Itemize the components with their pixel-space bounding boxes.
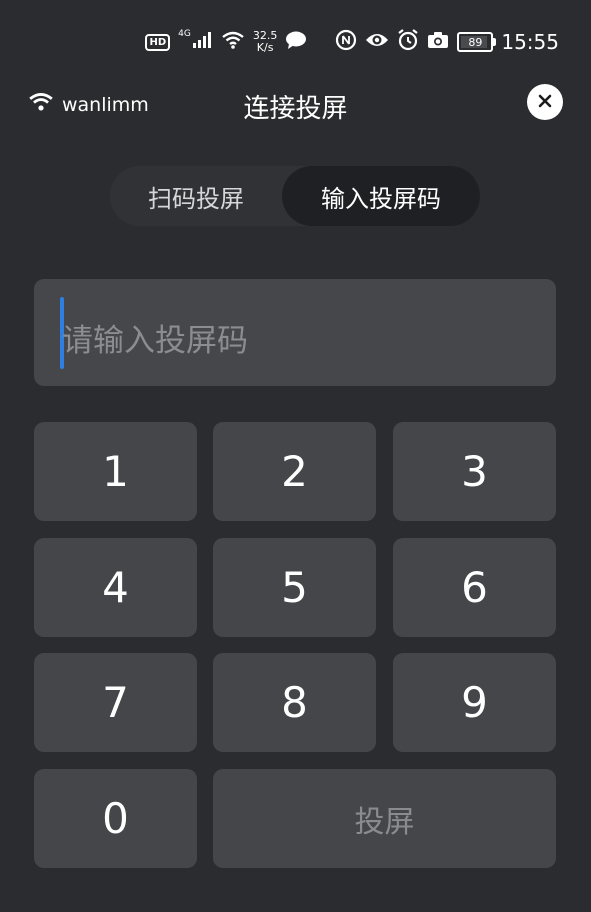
wifi-icon — [221, 31, 245, 53]
camera-icon — [427, 31, 449, 53]
hd-icon: HD — [145, 33, 171, 51]
clock: 15:55 — [501, 30, 559, 54]
key-1[interactable]: 1 — [34, 422, 197, 521]
key-0[interactable]: 0 — [34, 769, 197, 868]
message-icon — [285, 30, 307, 54]
battery-icon: 89 — [457, 32, 497, 52]
key-3[interactable]: 3 — [393, 422, 556, 521]
alarm-icon — [397, 29, 419, 55]
cast-code-input[interactable]: 请输入投屏码 — [34, 279, 556, 386]
tab-scan-code[interactable]: 扫码投屏 — [110, 166, 282, 226]
key-2[interactable]: 2 — [213, 422, 376, 521]
key-5[interactable]: 5 — [213, 538, 376, 637]
key-7[interactable]: 7 — [34, 653, 197, 752]
page-title: 连接投屏 — [243, 94, 348, 124]
cast-button[interactable]: 投屏 — [213, 769, 556, 868]
network-type-label: 4G — [178, 29, 191, 39]
status-bar: HD 4G 32.5 K/s 89 15:55 — [0, 0, 591, 84]
signal-icon — [192, 32, 213, 52]
close-button[interactable] — [527, 84, 563, 120]
header: wanlimm 连接投屏 — [0, 80, 591, 132]
battery-level: 89 — [468, 35, 483, 49]
close-icon — [538, 93, 552, 112]
key-6[interactable]: 6 — [393, 538, 556, 637]
cast-code-placeholder: 请输入投屏码 — [62, 323, 248, 359]
network-speed: 32.5 K/s — [252, 29, 278, 54]
mode-tabs: 扫码投屏 输入投屏码 — [110, 166, 480, 226]
key-8[interactable]: 8 — [213, 653, 376, 752]
tab-enter-code[interactable]: 输入投屏码 — [282, 166, 480, 226]
eye-icon — [365, 31, 389, 53]
nfc-icon — [335, 29, 357, 55]
status-icons: HD 4G 32.5 K/s 89 15:55 — [145, 26, 559, 58]
key-9[interactable]: 9 — [393, 653, 556, 752]
key-4[interactable]: 4 — [34, 538, 197, 637]
